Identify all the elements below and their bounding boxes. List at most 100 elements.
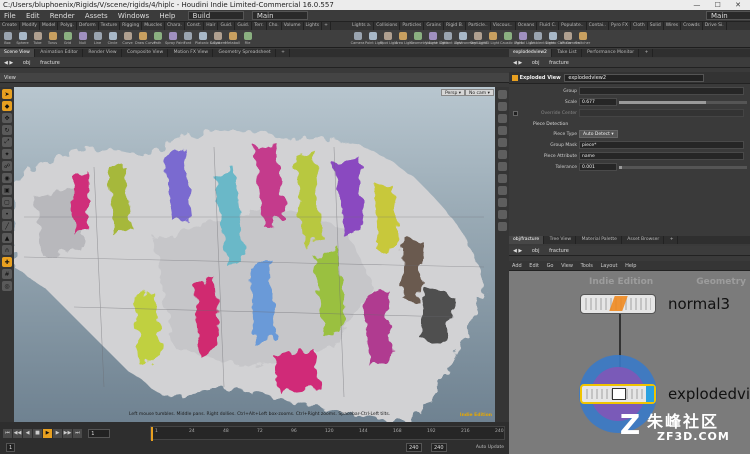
background-icon[interactable]	[497, 186, 507, 195]
display-options-icon[interactable]	[497, 102, 507, 111]
persp-menu[interactable]: Persp ▾	[441, 89, 466, 96]
safe-area-icon[interactable]	[497, 210, 507, 219]
point-numbers-icon[interactable]	[497, 150, 507, 159]
shelf-tab[interactable]: Grains	[424, 22, 444, 30]
node-explodedview2-label[interactable]: explodedview2	[668, 385, 750, 403]
shelf-tool-button[interactable]: Geometry Light	[410, 30, 437, 47]
shelf-tool-button[interactable]: Spray Paint	[165, 30, 185, 47]
range-end-field[interactable]: 240	[406, 443, 422, 452]
shelf-tab[interactable]: Contai..	[587, 22, 609, 30]
node-explodedview2[interactable]	[580, 384, 656, 404]
shelf-tool-button[interactable]: Path	[150, 30, 165, 47]
shelf-tab[interactable]: Particle..	[466, 22, 491, 30]
path-nav-icon[interactable]: ◀ ▶	[509, 58, 526, 68]
shelf-tab[interactable]: Terr.	[252, 22, 267, 30]
tab-add-button[interactable]: +	[666, 236, 679, 244]
shelf-tab[interactable]: Viscous..	[491, 22, 516, 30]
path-obj[interactable]: obj	[528, 58, 544, 68]
normals-icon[interactable]	[497, 162, 507, 171]
auto-update-menu[interactable]: Auto Update	[476, 443, 504, 452]
shelf-tab[interactable]: Deform	[77, 22, 99, 30]
node-normal3[interactable]	[580, 294, 656, 314]
path-fracture[interactable]: fracture	[545, 246, 573, 256]
menu-tools[interactable]: Tools	[578, 261, 596, 271]
shelf-tab[interactable]: Chara.	[165, 22, 185, 30]
shelf-tool-button[interactable]: Camera	[350, 30, 365, 47]
shelf-tool-button[interactable]: Metaball	[225, 30, 240, 47]
tab-geometry-spreadsheet[interactable]: Geometry Spreadsheet	[214, 49, 276, 57]
shelf-tool-button[interactable]: Sky Light	[470, 30, 486, 47]
shelf-tab[interactable]: Wires	[664, 22, 682, 30]
shelf-tool-button[interactable]: Portal Light	[515, 30, 535, 47]
shelf-tab[interactable]: Hair	[204, 22, 219, 30]
shelf-tool-button[interactable]: Environment Light	[455, 30, 487, 47]
tab-performance-monitor[interactable]: Performance Monitor	[583, 49, 640, 57]
shelf-tool-button[interactable]: Point Light	[365, 30, 384, 47]
camera-icon[interactable]: ◎	[2, 281, 12, 291]
shelf-tab[interactable]: Crowds	[681, 22, 703, 30]
shelf-tab[interactable]: Solid	[648, 22, 664, 30]
shelf-tab[interactable]: Const.	[185, 22, 205, 30]
path-obj[interactable]: obj	[19, 58, 35, 68]
override-center-checkbox[interactable]	[513, 111, 518, 116]
shelf-tool-button[interactable]: Distant Light	[440, 30, 462, 47]
pose-tool-icon[interactable]: ☍	[2, 161, 12, 171]
shelf-tab[interactable]: Lights a.	[350, 22, 375, 30]
shelf-tab[interactable]: +	[322, 22, 331, 30]
menu-help[interactable]: Help	[155, 10, 179, 22]
shelf-tool-button[interactable]: Switcher	[575, 30, 590, 47]
shelf-tab[interactable]: Volume	[282, 22, 304, 30]
play-icon[interactable]: ▶	[43, 429, 52, 438]
tab-network[interactable]: obj/fracture	[509, 236, 545, 244]
param-scale-slider[interactable]	[619, 101, 747, 104]
node-normal3-label[interactable]: normal3	[668, 295, 730, 313]
shelf-tool-button[interactable]: Draw Curve	[135, 30, 156, 47]
move-tool-icon[interactable]: ✥	[2, 113, 12, 123]
shelf-tab[interactable]: Modify	[20, 22, 40, 30]
tab-render-view[interactable]: Render View	[84, 49, 122, 57]
shelf-tool-button[interactable]: VR Camera	[560, 30, 580, 47]
tab-take-list[interactable]: Take List	[553, 49, 582, 57]
tab-scene-view[interactable]: Scene View	[0, 49, 35, 57]
rotate-tool-icon[interactable]: ↻	[2, 125, 12, 135]
shelf-tool-button[interactable]: Circle	[105, 30, 120, 47]
select-mode-icon[interactable]: ◆	[2, 101, 12, 111]
node-name-field[interactable]: explodedview2	[564, 74, 705, 82]
snap-icon[interactable]: ✚	[2, 257, 12, 267]
tab-material-palette[interactable]: Material Palette	[578, 236, 622, 244]
shelf-tool-button[interactable]: L-System	[210, 30, 226, 47]
handle-tool-icon[interactable]: ✦	[2, 149, 12, 159]
shelf-tab[interactable]: Guid.	[235, 22, 253, 30]
faces-mode-icon[interactable]: ▲	[2, 233, 12, 243]
param-scale-field[interactable]: 0.677	[579, 98, 617, 106]
shelf-tool-button[interactable]: Font	[180, 30, 195, 47]
shelf-tool-button[interactable]: GI Light	[485, 30, 500, 47]
shelf-tool-button[interactable]: Box	[0, 30, 15, 47]
shelf-tool-button[interactable]: Spot Light	[380, 30, 398, 47]
global-end-field[interactable]: 240	[431, 443, 447, 452]
shelf-tool-button[interactable]: Null	[75, 30, 90, 47]
shelf-tool-button[interactable]: File	[240, 30, 255, 47]
shelf-tab[interactable]: Texture	[99, 22, 121, 30]
menu-assets[interactable]: Assets	[81, 10, 112, 22]
path-fracture[interactable]: fracture	[545, 58, 573, 68]
prev-frame-icon[interactable]: ◀	[23, 429, 32, 438]
tab-asset-browser[interactable]: Asset Browser	[623, 236, 665, 244]
view-tool-icon[interactable]: ◉	[2, 173, 12, 183]
prev-key-icon[interactable]: ◀◀	[13, 429, 22, 438]
menu-layout[interactable]: Layout	[597, 261, 620, 271]
menu-file[interactable]: File	[0, 10, 20, 22]
vertex-icon[interactable]	[497, 174, 507, 183]
shelf-tab[interactable]: Guid.	[218, 22, 236, 30]
param-group-field[interactable]	[579, 87, 744, 95]
path-fracture[interactable]: fracture	[36, 58, 64, 68]
shelf-tool-button[interactable]: Platonic Solids	[195, 30, 220, 47]
shelf-tab[interactable]: Lights	[304, 22, 323, 30]
shelf-tab[interactable]: Pyro FX	[609, 22, 631, 30]
tab-motion-fx-view[interactable]: Motion FX View	[170, 49, 214, 57]
select-tool-icon[interactable]: ➤	[2, 89, 12, 99]
shelf-tab[interactable]: Oceans	[516, 22, 538, 30]
tab-explodedview2[interactable]: explodedview2	[509, 49, 552, 57]
menu-add[interactable]: Add	[509, 261, 525, 271]
last-frame-icon[interactable]: ⏭	[73, 429, 82, 438]
